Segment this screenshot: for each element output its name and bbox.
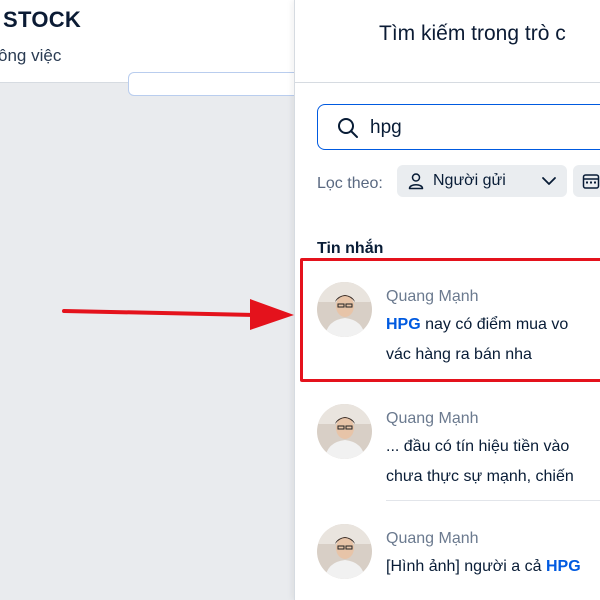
result-divider <box>386 500 600 501</box>
avatar <box>317 404 372 459</box>
avatar <box>317 524 372 579</box>
chevron-down-icon <box>542 177 556 185</box>
conversation-subtitle: ông việc <box>0 46 62 65</box>
snippet-text: [Hình ảnh] người a cả <box>386 558 546 575</box>
filter-date-dropdown[interactable] <box>573 165 600 197</box>
search-panel-header: Tìm kiếm trong trò c <box>295 0 600 83</box>
filter-sender-label: Người gửi <box>433 172 506 189</box>
filter-label: Lọc theo: <box>317 175 383 192</box>
result-snippet-line1: ... đầu có tín hiệu tiền vào <box>386 438 570 455</box>
annotation-arrow-icon <box>62 299 294 330</box>
search-input[interactable]: hpg <box>317 104 600 150</box>
search-icon <box>338 118 358 138</box>
search-panel-title: Tìm kiếm trong trò c <box>379 22 566 45</box>
search-result-item[interactable]: Quang Mạnh [Hình ảnh] người a cả HPG <box>295 518 600 600</box>
result-snippet-line1: [Hình ảnh] người a cả HPG <box>386 558 581 576</box>
calendar-icon <box>582 174 600 189</box>
pinned-message-box[interactable] <box>128 72 294 96</box>
result-sender: Quang Mạnh <box>386 410 479 427</box>
annotation-highlight-box <box>300 258 600 382</box>
filter-sender-dropdown[interactable]: Người gửi <box>397 165 567 197</box>
conversation-title[interactable]: STOCK <box>3 7 81 33</box>
messages-section-label: Tin nhắn <box>317 240 384 257</box>
person-icon <box>408 173 424 190</box>
search-result-item[interactable]: Quang Mạnh ... đầu có tín hiệu tiền vào … <box>295 398 600 508</box>
conversation-header: STOCK ông việc <box>0 0 294 83</box>
match-highlight: HPG <box>545 558 581 575</box>
result-sender: Quang Mạnh <box>386 530 479 547</box>
result-snippet-line2: chưa thực sự mạnh, chiến <box>386 468 574 485</box>
search-query: hpg <box>370 117 402 138</box>
